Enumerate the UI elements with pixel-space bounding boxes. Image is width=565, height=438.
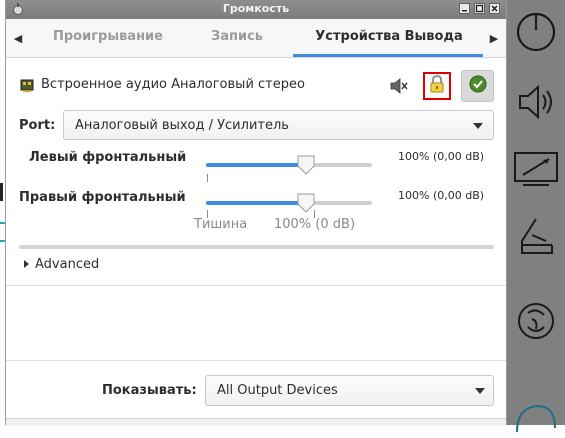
channel-left-slider-handle[interactable] [296,154,316,176]
port-select[interactable]: Аналоговый выход / Усилитель [63,110,494,140]
show-label: Показывать: [102,383,197,398]
scanner-icon[interactable] [513,214,559,260]
scale-mark-100: 100% (0 dB) [274,217,356,232]
port-label: Port: [19,118,56,133]
tab-bar: ◀ Проигрывание Запись Устройства Вывода … [6,19,506,58]
speaker-icon[interactable] [513,79,559,125]
padlock-icon [429,75,445,97]
set-default-button[interactable] [461,70,494,102]
lock-channels-button[interactable] [423,72,451,100]
mute-button[interactable] [389,77,409,95]
title-bar: Громкость [6,0,506,19]
update-icon[interactable] [513,298,559,344]
divider [6,360,506,361]
balance-bar [19,245,494,249]
port-selected-value: Аналоговый выход / Усилитель [75,118,289,133]
channel-right-value: 100% (0,00 dB) [398,189,485,202]
divider [6,285,506,286]
channel-right-slider-fill [206,201,306,205]
channel-right-slider[interactable] [206,201,372,205]
device-name: Встроенное аудио Аналоговый стерео [41,77,305,92]
channel-right-slider-handle[interactable] [296,192,316,214]
tab-scroll-left-icon[interactable]: ◀ [9,29,27,47]
close-button[interactable] [489,3,500,14]
tab-recording[interactable]: Запись [196,29,278,49]
expander-arrow-icon[interactable] [24,260,29,268]
scale-mark-silence: Тишина [194,217,248,232]
tab-scroll-right-icon[interactable]: ▶ [485,29,503,47]
window-title: Громкость [222,2,290,15]
channel-left-value: 100% (0,00 dB) [398,150,485,163]
chevron-down-icon [475,388,485,394]
tab-output-devices[interactable]: Устройства Вывода [296,29,482,49]
channel-right-label: Правый фронтальный [19,190,186,205]
channel-left-label: Левый фронтальный [29,150,187,165]
channel-left-slider[interactable] [206,163,372,167]
active-tab-indicator [293,54,483,57]
maximize-button[interactable] [474,3,485,14]
chevron-down-icon [473,123,483,129]
channel-left-slider-fill [206,163,306,167]
cloud-icon[interactable] [513,392,559,438]
checkmark-icon [469,75,487,97]
power-icon[interactable] [513,8,559,54]
tab-playback[interactable]: Проигрывание [44,29,172,49]
display-icon[interactable] [513,146,559,192]
desktop-fragment [0,183,3,201]
show-select[interactable]: All Output Devices [205,375,494,406]
dock [507,0,565,432]
show-selected-value: All Output Devices [217,383,338,398]
volume-control-window: Громкость ◀ Проигрывание Запись Устройст… [5,0,507,426]
sound-card-icon [20,78,34,92]
advanced-expander[interactable]: Advanced [35,257,99,272]
slider-tick [207,174,208,182]
minimize-button[interactable] [459,3,470,14]
